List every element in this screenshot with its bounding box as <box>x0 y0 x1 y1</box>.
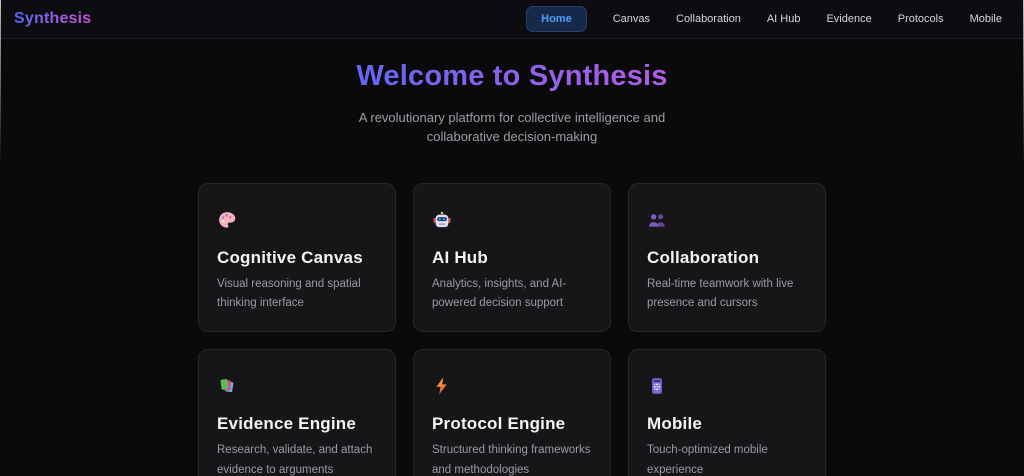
top-navbar: Synthesis Home Canvas Collaboration AI H… <box>0 0 1024 39</box>
nav-item-protocols[interactable]: Protocols <box>898 13 944 25</box>
books-icon <box>217 376 237 396</box>
card-description: Research, validate, and attach evidence … <box>217 444 373 476</box>
page-subtitle: A revolutionary platform for collective … <box>358 110 666 144</box>
users-icon <box>647 210 667 230</box>
card-title: Cognitive Canvas <box>217 247 363 267</box>
robot-icon <box>432 210 452 230</box>
card-description: Analytics, insights, and AI-powered deci… <box>432 277 567 309</box>
card-cognitive-canvas[interactable]: Cognitive Canvas Visual reasoning and sp… <box>198 182 396 333</box>
card-title: Collaboration <box>647 247 760 267</box>
card-description: Touch-optimized mobile experience <box>647 444 768 476</box>
card-description: Structured thinking frameworks and metho… <box>432 444 591 476</box>
card-ai-hub[interactable]: AI Hub Analytics, insights, and AI-power… <box>413 182 611 333</box>
nav-item-mobile[interactable]: Mobile <box>970 13 1002 25</box>
card-evidence-engine[interactable]: Evidence Engine Research, validate, and … <box>198 349 396 476</box>
nav-item-ai-hub[interactable]: AI Hub <box>767 13 801 25</box>
card-title: AI Hub <box>432 247 488 267</box>
card-protocol-engine[interactable]: Protocol Engine Structured thinking fram… <box>413 349 611 476</box>
hero-section: Welcome to Synthesis A revolutionary pla… <box>0 39 1024 147</box>
palette-icon <box>217 210 237 230</box>
page-title: Welcome to Synthesis <box>356 60 668 92</box>
card-title: Evidence Engine <box>217 414 357 434</box>
lightning-icon <box>432 376 452 396</box>
mobile-icon <box>647 376 667 396</box>
feature-card-grid: Cognitive Canvas Visual reasoning and sp… <box>198 182 826 476</box>
nav-item-collaboration[interactable]: Collaboration <box>676 13 741 25</box>
card-collaboration[interactable]: Collaboration Real-time teamwork with li… <box>628 182 826 333</box>
brand-logo[interactable]: Synthesis <box>14 10 91 28</box>
nav-item-home[interactable]: Home <box>526 6 587 32</box>
card-title: Mobile <box>647 414 703 434</box>
nav-item-canvas[interactable]: Canvas <box>613 13 650 25</box>
card-description: Visual reasoning and spatial thinking in… <box>217 277 361 309</box>
nav-links: Home Canvas Collaboration AI Hub Evidenc… <box>526 6 1002 32</box>
card-title: Protocol Engine <box>432 414 566 434</box>
card-mobile[interactable]: Mobile Touch-optimized mobile experience <box>628 349 826 476</box>
nav-item-evidence[interactable]: Evidence <box>826 13 871 25</box>
card-description: Real-time teamwork with live presence an… <box>647 277 794 309</box>
